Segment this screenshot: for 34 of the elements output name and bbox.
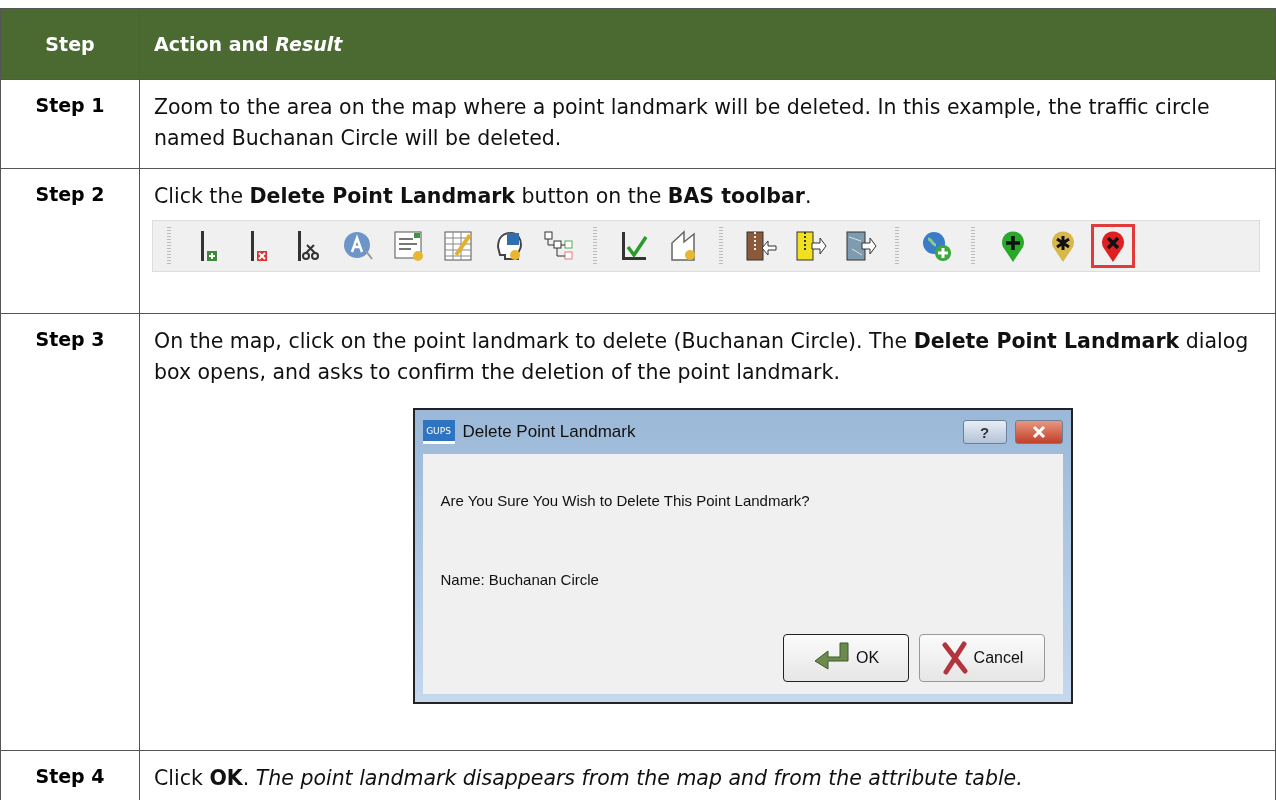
column-header: Action and Result — [140, 9, 1276, 80]
toolbar-button[interactable] — [1091, 224, 1135, 268]
map-arrow-icon — [844, 229, 878, 263]
toolbar-grip[interactable] — [719, 227, 723, 265]
step-cell: Step 2 — [1, 169, 140, 314]
app-icon: GUPS — [422, 420, 455, 444]
toolbar-grip[interactable] — [971, 227, 975, 265]
instruction-text: On the map, click on the point landmark to delete (Buchanan Circle). The Delete Point Landmark dialog box opens, and asks to confirm the deletion of the point landmark. — [154, 328, 1250, 386]
help-button[interactable]: ? — [962, 420, 1007, 444]
line-delete-icon — [250, 231, 268, 261]
toolbar-grip[interactable] — [895, 227, 899, 265]
step-cell: Step 3 — [1, 314, 140, 751]
line-plus-icon — [200, 231, 218, 261]
step-cell: Step 4 — [1, 751, 140, 800]
landmark-name: Name: Buchanan Circle — [440, 571, 600, 588]
instruction-text: Zoom to the area on the map where a point landmark will be deleted. In this example, the traffic circle named Buchanan Circle will be deleted. — [154, 94, 1211, 152]
tree-diagram-icon — [542, 229, 576, 263]
cancel-button[interactable]: Cancel — [918, 634, 1045, 682]
cross-icon — [939, 641, 970, 675]
instruction-text: Click the Delete Point Landmark button on the BAS toolbar. — [154, 183, 813, 210]
column-header: Step — [1, 9, 140, 80]
close-icon — [1031, 426, 1046, 438]
zip-arrow-icon — [794, 229, 828, 263]
globe-plus-icon — [920, 229, 954, 263]
dialog-title: Delete Point Landmark — [462, 422, 637, 442]
ok-button[interactable]: OK — [782, 634, 909, 682]
dialog-message: Are You Sure You Wish to Delete This Point Landmark? — [440, 492, 811, 509]
toolbar-grip[interactable] — [593, 227, 597, 265]
form-icon — [392, 229, 426, 263]
zip-arrow-icon — [744, 229, 778, 263]
instruction-text: Click OK. The point landmark disappears from the map and from the attribute table. — [154, 765, 1024, 792]
step-cell: Step 1 — [1, 80, 140, 169]
toolbar-grip[interactable] — [167, 227, 171, 265]
close-button[interactable] — [1014, 420, 1063, 444]
